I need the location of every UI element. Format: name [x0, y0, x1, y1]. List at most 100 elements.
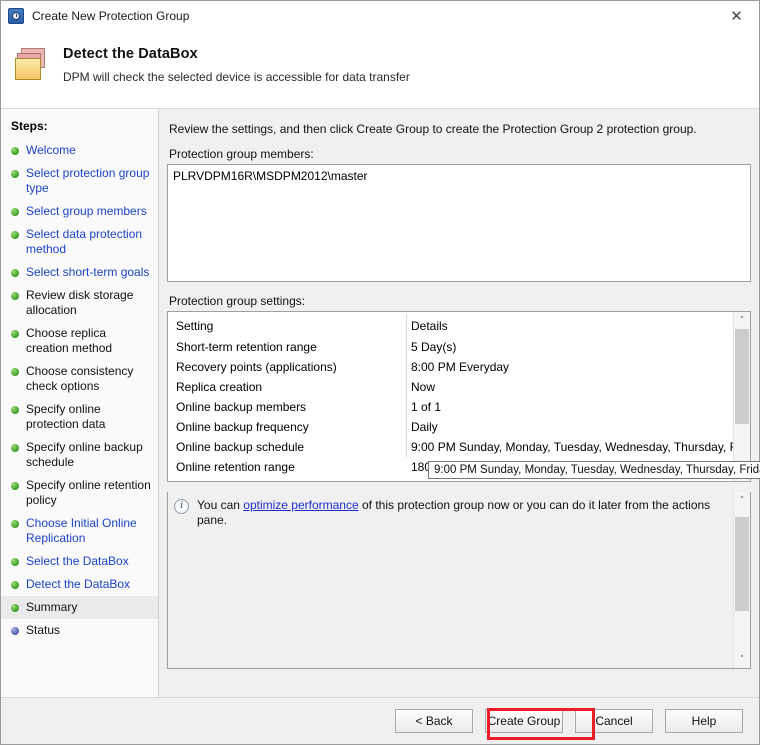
sidebar-item-select-group-members[interactable]: Select group members: [1, 200, 158, 223]
cell-setting: Online backup members: [176, 400, 307, 414]
sidebar-item-label: Specify online backup schedule: [26, 440, 143, 469]
sidebar-item-select-protection-group-type[interactable]: Select protection group type: [1, 162, 158, 200]
sidebar-item-select-the-databox[interactable]: Select the DataBox: [1, 550, 158, 573]
sidebar-item-label: Choose Initial Online Replication: [26, 516, 137, 545]
steps-list: Welcome Select protection group type Selec…: [1, 139, 158, 642]
cell-details: Daily: [411, 420, 438, 434]
table-row[interactable]: Recovery points (applications) 8:00 PM Ev…: [168, 357, 733, 377]
step-status-dot: [11, 330, 19, 338]
intro-text: Review the settings, and then click Crea…: [169, 122, 697, 136]
sidebar-item-status: Status: [1, 619, 158, 642]
settings-scrollbar[interactable]: ˄ ˅: [733, 312, 750, 481]
step-status-dot: [11, 482, 19, 490]
step-status-dot: [11, 170, 19, 178]
cell-details: Now: [411, 380, 436, 394]
info-scrollbar[interactable]: ˄ ˅: [733, 492, 750, 668]
sidebar-item-summary: Summary: [1, 596, 158, 619]
table-row[interactable]: Online backup members 1 of 1: [168, 397, 733, 417]
dialog-window: Create New Protection Group ✕ Detect the…: [0, 0, 760, 745]
sidebar-item-label: Review disk storage allocation: [26, 288, 134, 317]
scroll-thumb[interactable]: [734, 329, 749, 424]
table-header-row: Setting Details: [168, 314, 733, 337]
sidebar-item-label: Choose replica creation method: [26, 326, 113, 355]
sidebar-item-label: Status: [26, 623, 61, 637]
table-row[interactable]: Online backup frequency Daily: [168, 417, 733, 437]
sidebar-item-specify-online-retention-policy: Specify online retention policy: [1, 474, 158, 512]
cancel-button[interactable]: Cancel: [575, 709, 653, 733]
page-title: Detect the DataBox: [63, 46, 198, 62]
cell-details: 1 of 1: [411, 400, 442, 414]
sidebar-item-label: Select group members: [26, 204, 147, 218]
sidebar-item-choose-replica-creation-method: Choose replica creation method: [1, 322, 158, 360]
optimize-performance-link[interactable]: optimize performance: [243, 498, 358, 512]
scroll-down-icon[interactable]: ˅: [734, 651, 751, 668]
step-status-dot: [11, 292, 19, 300]
header-banner: Detect the DataBox DPM will check the se…: [1, 30, 759, 109]
steps-sidebar: Steps: Welcome Select protection group ty…: [1, 109, 159, 697]
header-text: Detect the DataBox DPM will check the se…: [63, 46, 410, 84]
sidebar-item-welcome[interactable]: Welcome: [1, 139, 158, 162]
button-bar: < Back Create Group Cancel Help: [1, 697, 759, 744]
sidebar-item-label: Specify online retention policy: [26, 478, 151, 507]
info-icon: [174, 499, 189, 514]
create-group-button[interactable]: Create Group: [485, 709, 563, 733]
back-button[interactable]: < Back: [395, 709, 473, 733]
step-status-dot: [11, 604, 19, 612]
step-status-dot: [11, 627, 19, 635]
dpm-clock-icon: [8, 7, 24, 24]
sidebar-item-label: Select protection group type: [26, 166, 150, 195]
members-list[interactable]: PLRVDPM16R\MSDPM2012\master: [167, 164, 751, 282]
window-title: Create New Protection Group: [32, 8, 190, 23]
sidebar-item-label: Select the DataBox: [26, 554, 129, 568]
sidebar-item-label: Detect the DataBox: [26, 577, 131, 591]
table-row[interactable]: Short-term retention range 5 Day(s): [168, 337, 733, 357]
scroll-thumb[interactable]: [734, 517, 749, 611]
sidebar-item-review-disk-storage-allocation: Review disk storage allocation: [1, 284, 158, 322]
cell-details: 5 Day(s): [411, 340, 457, 354]
settings-grid-body: Setting Details Short-term retention ran…: [168, 312, 733, 481]
content-pane: Review the settings, and then click Crea…: [159, 109, 760, 697]
cell-setting: Replica creation: [176, 380, 263, 394]
sidebar-item-label: Select short-term goals: [26, 265, 150, 279]
settings-grid: Setting Details Short-term retention ran…: [167, 311, 751, 482]
sidebar-item-specify-online-backup-schedule: Specify online backup schedule: [1, 436, 158, 474]
scroll-up-icon[interactable]: ˄: [734, 312, 751, 329]
step-status-dot: [11, 269, 19, 277]
scroll-track[interactable]: [734, 509, 751, 651]
tooltip: 9:00 PM Sunday, Monday, Tuesday, Wednesd…: [428, 461, 760, 479]
close-icon[interactable]: ✕: [714, 1, 759, 30]
step-status-dot: [11, 368, 19, 376]
column-header-setting: Setting: [176, 318, 214, 333]
step-status-dot: [11, 444, 19, 452]
sidebar-item-choose-consistency-check-options: Choose consistency check options: [1, 360, 158, 398]
scroll-up-icon[interactable]: ˄: [734, 492, 751, 509]
cell-setting: Short-term retention range: [176, 340, 317, 354]
table-row[interactable]: Online backup schedule 9:00 PM Sunday, Mo…: [168, 437, 733, 457]
info-text: You can optimize performance of this pro…: [197, 498, 729, 528]
sidebar-item-select-data-protection-method[interactable]: Select data protection method: [1, 223, 158, 261]
list-item: PLRVDPM16R\MSDPM2012\master: [173, 169, 368, 183]
step-status-dot: [11, 581, 19, 589]
cell-details: 8:00 PM Everyday: [411, 360, 510, 374]
step-status-dot: [11, 520, 19, 528]
sidebar-item-specify-online-protection-data: Specify online protection data: [1, 398, 158, 436]
scroll-track[interactable]: [734, 329, 751, 464]
cell-details: 9:00 PM Sunday, Monday, Tuesday, Wednesd…: [411, 440, 733, 454]
sidebar-item-label: Select data protection method: [26, 227, 143, 256]
step-status-dot: [11, 406, 19, 414]
sidebar-item-select-short-term-goals[interactable]: Select short-term goals: [1, 261, 158, 284]
step-status-dot: [11, 147, 19, 155]
sidebar-item-choose-initial-online-replication[interactable]: Choose Initial Online Replication: [1, 512, 158, 550]
info-prefix: You can: [197, 498, 244, 512]
column-divider: [406, 314, 407, 457]
cell-setting: Online backup frequency: [176, 420, 309, 434]
sidebar-item-detect-the-databox[interactable]: Detect the DataBox: [1, 573, 158, 596]
info-content: You can optimize performance of this pro…: [168, 492, 733, 668]
step-status-dot: [11, 558, 19, 566]
table-row[interactable]: Replica creation Now: [168, 377, 733, 397]
cell-setting: Online backup schedule: [176, 440, 305, 454]
page-subtitle: DPM will check the selected device is ac…: [63, 70, 410, 84]
sidebar-item-label: Choose consistency check options: [26, 364, 134, 393]
help-button[interactable]: Help: [665, 709, 743, 733]
step-status-dot: [11, 208, 19, 216]
